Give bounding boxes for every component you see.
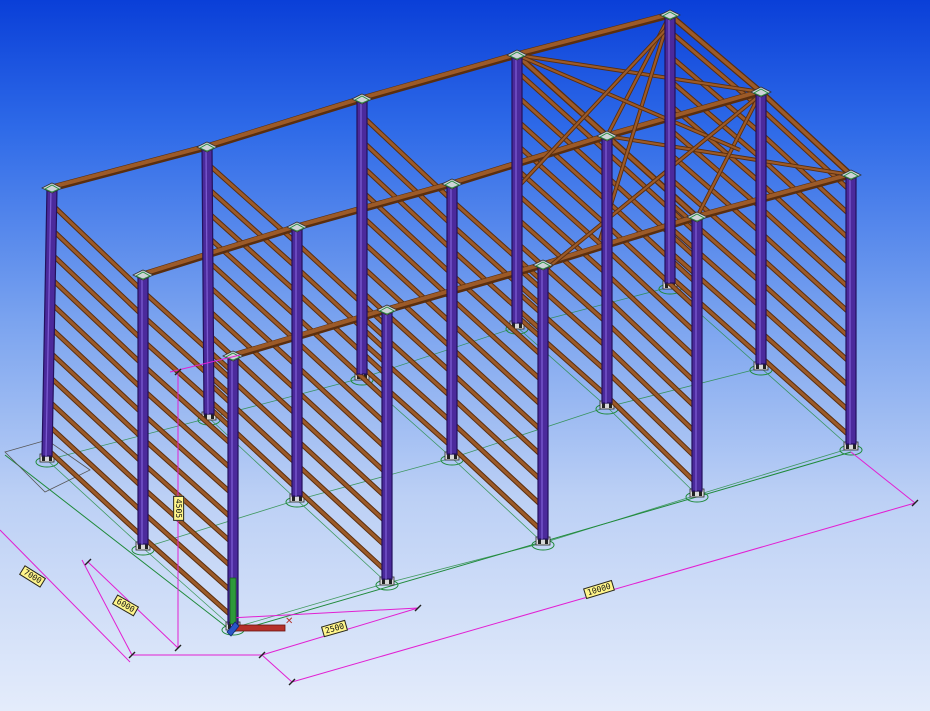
eave-beam-face [206,96,363,148]
girt-face [450,420,545,509]
girt-face [605,394,699,486]
girt-face [515,314,609,398]
ucs-x-icon: ✕ [285,616,293,627]
girt-face [759,305,853,390]
girt-face [759,206,853,292]
girt-face [295,463,389,550]
girt-face [141,412,235,497]
girt-face [605,370,699,461]
steel-column [41,187,58,457]
girt-face [141,388,235,472]
anchor-bolt [382,579,385,584]
anchor-bolt [389,579,392,584]
anchor-bolt [763,364,766,369]
anchor-bolt [756,364,759,369]
girt-face [295,438,389,525]
anchor-bolt [42,456,45,461]
dimension-line [0,529,131,663]
steel-column [755,91,767,365]
structure-model[interactable]: ✕ [0,0,930,711]
anchor-bolt [447,454,450,459]
girt-face [141,314,235,399]
steel-column [845,174,857,445]
girt-face [50,202,145,293]
girt-face [450,322,545,409]
steel-column [291,226,303,497]
dimension-line [261,654,293,683]
anchor-bolt [692,491,695,496]
girt-face [47,374,145,465]
girt-face [605,345,699,436]
girt-face [207,356,299,442]
girt-face [759,256,853,341]
girt-face [206,283,299,368]
steel-column [446,183,458,455]
girt-face [515,167,609,252]
girt-face [450,396,545,484]
dimension-height-label[interactable]: 4505 [173,495,185,522]
foundation-grid [4,286,852,633]
anchor-bolt [846,444,849,449]
anchor-bolt [138,544,141,549]
girt-face [141,535,235,619]
steel-column [691,216,703,492]
girt-face [759,280,853,365]
girt-face [450,297,545,384]
anchor-bolt [49,456,52,461]
girt-face [605,297,699,386]
girt-face [141,437,235,521]
girt-face [450,445,545,534]
anchor-bolt [853,444,856,449]
girt-face [141,486,235,570]
3d-model-viewport[interactable]: ✕ 4505 6000 2500 10000 7000 [0,0,930,711]
anchor-bolt [699,491,702,496]
girt-face [48,300,145,392]
anchor-bolt [538,539,541,544]
anchor-bolt [545,539,548,544]
eave-beam-face [361,52,518,100]
steel-column [356,98,368,375]
anchor-bolt [602,403,605,408]
girt-face [450,346,545,434]
girt-face [45,447,145,539]
girt-face [49,251,145,343]
girt-face [295,389,389,476]
anchor-bolt [299,496,302,501]
girt-face [207,381,299,467]
steel-column [664,14,676,284]
girt-face [360,214,454,301]
girt-face [141,363,235,448]
girt-face [295,266,389,353]
ucs-x-axis [234,624,286,632]
eave-beam-face [51,144,208,189]
girt-face [46,398,145,490]
girt-face [141,461,235,546]
girt-face [206,259,299,344]
anchor-bolt [145,544,148,549]
dimension-line [850,451,916,504]
anchor-bolt [292,496,295,501]
steel-column [137,274,149,545]
girt-face [450,371,545,459]
girt-face [360,139,454,227]
ucs-y-axis [229,577,237,625]
girt-face [759,231,853,316]
girt-face [295,413,389,500]
girt-face [47,349,145,441]
girt-face [47,325,145,416]
steel-column [511,54,523,324]
girt-face [295,487,389,574]
anchor-bolt [519,323,522,328]
steel-column [537,264,549,540]
girt-face [207,405,299,491]
girt-face [141,339,235,423]
girt-face [206,332,299,417]
anchor-bolt [454,454,457,459]
girt-face [48,276,145,367]
girt-face [515,290,609,374]
steel-column [381,309,393,580]
steel-column [601,135,613,404]
girt-face [49,227,145,318]
